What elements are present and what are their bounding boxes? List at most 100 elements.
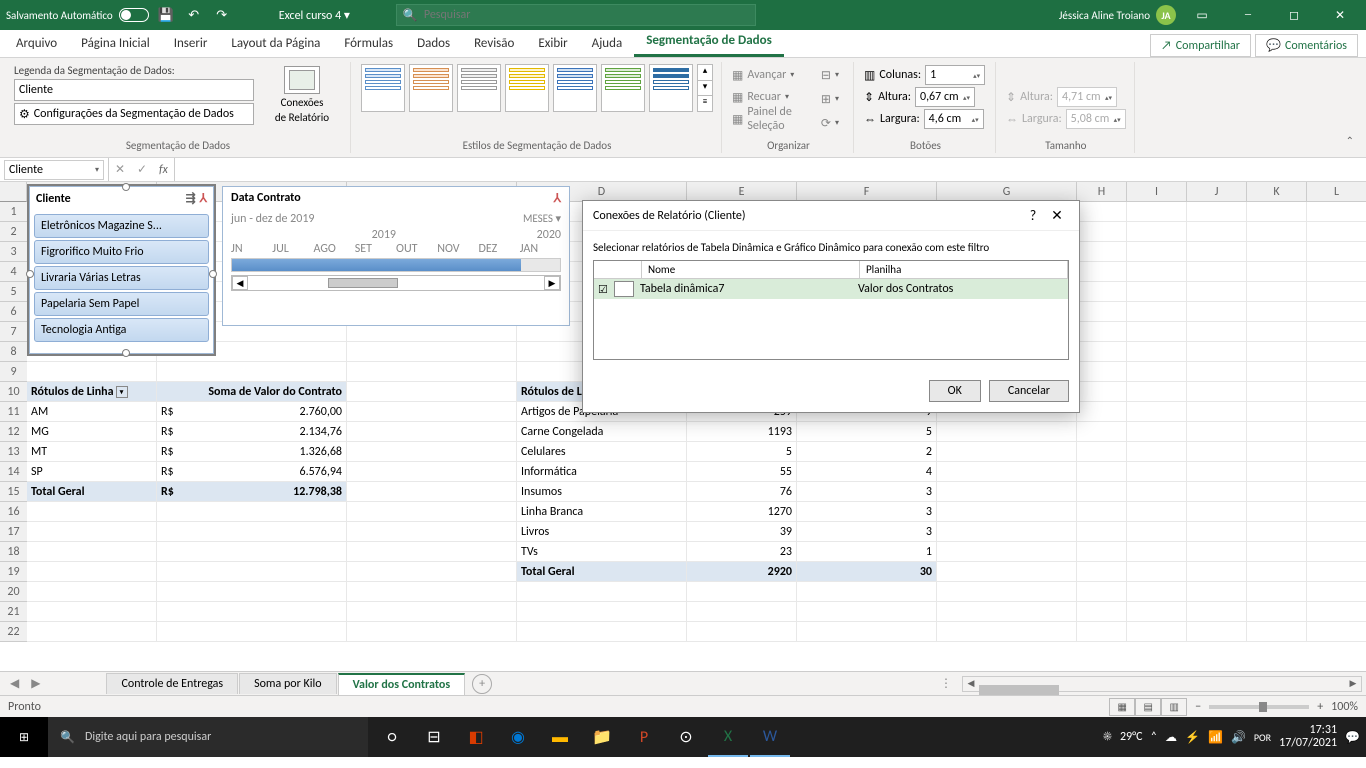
share-button[interactable]: ↗Compartilhar bbox=[1150, 34, 1251, 57]
col-header[interactable]: F bbox=[797, 182, 937, 201]
clock[interactable]: 17:31 17/07/2021 bbox=[1279, 724, 1337, 750]
tab-segmentacao[interactable]: Segmentação de Dados bbox=[634, 27, 784, 57]
row-header[interactable]: 21 bbox=[0, 602, 27, 622]
row-header[interactable]: 19 bbox=[0, 562, 27, 582]
zoom-level[interactable]: 100% bbox=[1331, 700, 1358, 714]
taskbar-search[interactable]: 🔍 Digite aqui para pesquisar bbox=[48, 717, 368, 757]
view-layout-button[interactable]: ▤ bbox=[1135, 698, 1161, 716]
sheet-nav-next[interactable]: ▶ bbox=[25, 676, 46, 691]
row-header[interactable]: 10 bbox=[0, 382, 27, 402]
style-swatch[interactable] bbox=[409, 64, 453, 112]
row-header[interactable]: 13 bbox=[0, 442, 27, 462]
obs-icon[interactable]: ⊙ bbox=[666, 717, 706, 757]
tab-inserir[interactable]: Inserir bbox=[162, 30, 220, 57]
scroll-left-icon[interactable]: ◀ bbox=[232, 276, 248, 290]
autosave-toggle[interactable] bbox=[119, 8, 149, 22]
battery-icon[interactable]: ⚡ bbox=[1185, 730, 1200, 745]
row-header[interactable]: 11 bbox=[0, 402, 27, 422]
undo-icon[interactable]: ↶ bbox=[183, 4, 205, 26]
sheet-nav-prev[interactable]: ◀ bbox=[4, 676, 25, 691]
sheet-tab[interactable]: Soma por Kilo bbox=[239, 673, 337, 694]
avatar[interactable]: JA bbox=[1156, 5, 1176, 25]
ribbon-mode-icon[interactable]: ▭ bbox=[1182, 0, 1222, 30]
col-sheet[interactable]: Planilha bbox=[860, 261, 1068, 278]
tab-layout[interactable]: Layout da Página bbox=[219, 30, 332, 57]
zoom-slider[interactable] bbox=[1209, 705, 1309, 709]
style-swatch[interactable] bbox=[601, 64, 645, 112]
tab-dados[interactable]: Dados bbox=[405, 30, 462, 57]
row-header[interactable]: 6 bbox=[0, 302, 27, 322]
close-button[interactable]: ✕ bbox=[1320, 0, 1360, 30]
notifications-icon[interactable]: 💬 bbox=[1345, 730, 1360, 745]
style-swatch[interactable] bbox=[505, 64, 549, 112]
row-header[interactable]: 9 bbox=[0, 362, 27, 382]
dialog-close-button[interactable]: ✕ bbox=[1045, 207, 1069, 224]
slicer-item[interactable]: Tecnologia Antiga bbox=[34, 318, 209, 342]
name-box[interactable]: Cliente▾ bbox=[4, 160, 104, 180]
row-header[interactable]: 20 bbox=[0, 582, 27, 602]
col-header[interactable]: L bbox=[1307, 182, 1366, 201]
wifi-icon[interactable]: 📶 bbox=[1208, 730, 1223, 745]
scroll-right-icon[interactable]: ▶ bbox=[544, 276, 560, 290]
search-input[interactable] bbox=[424, 8, 749, 22]
save-icon[interactable]: 💾 bbox=[155, 4, 177, 26]
align-button[interactable]: ⊟▾ bbox=[821, 64, 845, 86]
styles-more-button[interactable]: ▴▾≡ bbox=[697, 64, 713, 112]
minimize-button[interactable]: ─ bbox=[1228, 0, 1268, 30]
timeline-unit-dropdown[interactable]: MESES ▾ bbox=[523, 212, 561, 226]
tab-arquivo[interactable]: Arquivo bbox=[4, 30, 69, 57]
slicer-item[interactable]: Papelaria Sem Papel bbox=[34, 292, 209, 316]
cortana-icon[interactable]: ○ bbox=[372, 717, 412, 757]
painel-button[interactable]: ▦Painel de Seleção bbox=[732, 108, 817, 130]
col-name[interactable]: Nome bbox=[642, 261, 860, 278]
view-pagebreak-button[interactable]: ▥ bbox=[1161, 698, 1187, 716]
add-sheet-button[interactable]: + bbox=[472, 674, 492, 694]
row-header[interactable]: 8 bbox=[0, 342, 27, 362]
username[interactable]: Jéssica Aline Troiano bbox=[1059, 9, 1150, 22]
clear-filter-icon[interactable]: ⅄ bbox=[200, 191, 207, 206]
scroll-right-icon[interactable]: ▶ bbox=[1345, 677, 1361, 691]
checkbox-icon[interactable]: ☑ bbox=[598, 283, 614, 296]
slicer-item[interactable]: Eletrônicos Magazine S... bbox=[34, 214, 209, 238]
timeline-bar[interactable] bbox=[231, 258, 561, 272]
fx-icon[interactable]: fx bbox=[153, 163, 174, 177]
style-swatch[interactable] bbox=[457, 64, 501, 112]
edge-icon[interactable]: ◉ bbox=[498, 717, 538, 757]
clear-filter-icon[interactable]: ⅄ bbox=[554, 191, 561, 206]
tab-inicial[interactable]: Página Inicial bbox=[69, 30, 162, 57]
word-icon[interactable]: W bbox=[750, 717, 790, 757]
weather-icon[interactable]: ☀ bbox=[1103, 730, 1112, 744]
formula-input[interactable] bbox=[174, 158, 1366, 181]
search-box[interactable]: 🔍 bbox=[396, 4, 756, 26]
zoom-in-button[interactable]: + bbox=[1317, 700, 1323, 714]
col-header[interactable]: I bbox=[1127, 182, 1187, 201]
redo-icon[interactable]: ↷ bbox=[211, 4, 233, 26]
col-header[interactable]: H bbox=[1077, 182, 1127, 201]
style-swatch[interactable] bbox=[361, 64, 405, 112]
tab-formulas[interactable]: Fórmulas bbox=[332, 30, 405, 57]
row-header[interactable]: 7 bbox=[0, 322, 27, 342]
seg-caption-input[interactable] bbox=[14, 79, 254, 101]
temperature[interactable]: 29°C bbox=[1120, 730, 1143, 744]
timeline-data-contrato[interactable]: Data Contrato ⅄ jun - dez de 2019 MESES … bbox=[222, 186, 570, 326]
excel-icon[interactable]: X bbox=[708, 717, 748, 757]
dialog-list-row[interactable]: ☑ Tabela dinâmica7 Valor dos Contratos bbox=[594, 279, 1068, 299]
columns-input[interactable]: 1▴▾ bbox=[925, 65, 985, 85]
style-swatch[interactable] bbox=[553, 64, 597, 112]
row-header[interactable]: 14 bbox=[0, 462, 27, 482]
timeline-scrollbar[interactable]: ◀ ▶ bbox=[231, 275, 561, 291]
slicer-cliente[interactable]: Cliente ⇶ ⅄ Eletrônicos Magazine S...Fig… bbox=[29, 186, 214, 354]
filename[interactable]: Excel curso 4 ▾ bbox=[279, 8, 350, 23]
col-header[interactable]: K bbox=[1247, 182, 1307, 201]
tab-exibir[interactable]: Exibir bbox=[526, 30, 579, 57]
row-header[interactable]: 17 bbox=[0, 522, 27, 542]
multiselect-icon[interactable]: ⇶ bbox=[186, 191, 196, 206]
dialog-help-button[interactable]: ? bbox=[1021, 207, 1045, 224]
office-icon[interactable]: ◧ bbox=[456, 717, 496, 757]
tab-ajuda[interactable]: Ajuda bbox=[580, 30, 635, 57]
btn-width-input[interactable]: 4,6 cm▴▾ bbox=[924, 109, 984, 129]
cancel-button[interactable]: Cancelar bbox=[989, 380, 1069, 402]
taskview-icon[interactable]: ⊟ bbox=[414, 717, 454, 757]
col-header[interactable]: E bbox=[687, 182, 797, 201]
col-header[interactable]: J bbox=[1187, 182, 1247, 201]
